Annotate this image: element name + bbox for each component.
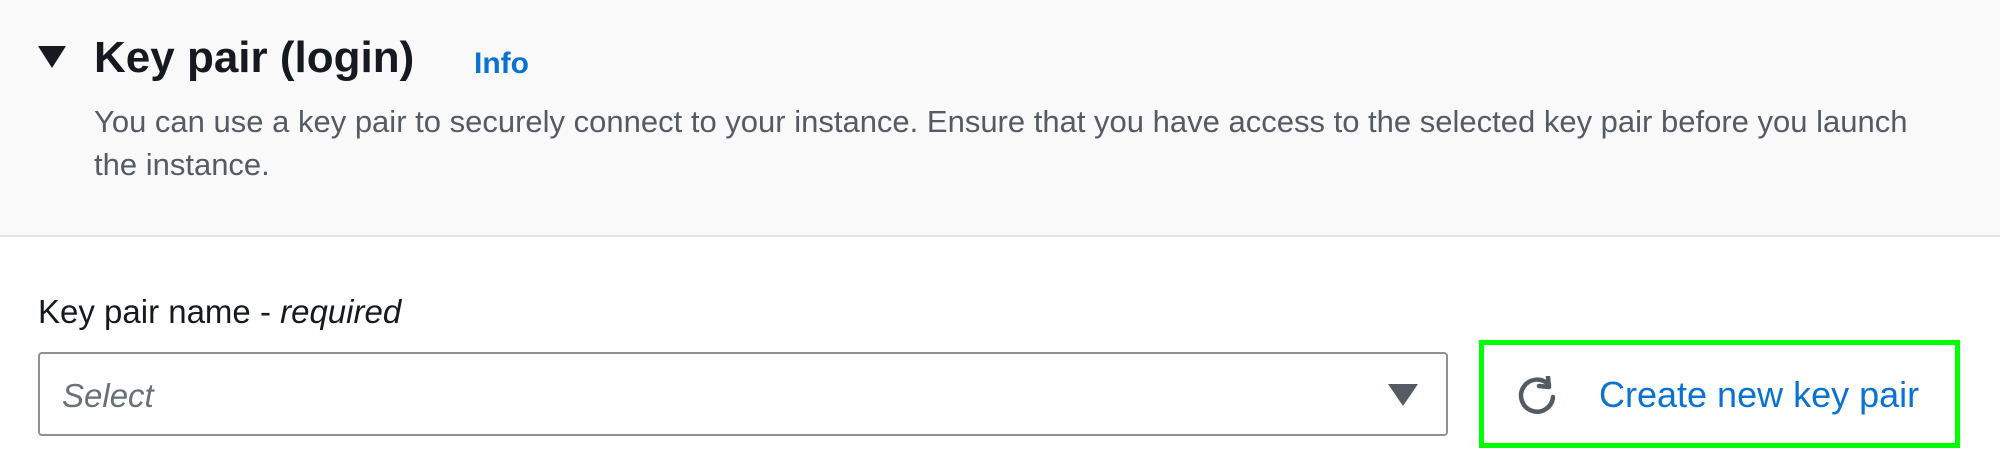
key-pair-name-label: Key pair name - required — [38, 290, 401, 334]
section-header: Key pair (login) Info You can use a key … — [0, 0, 2000, 237]
caret-down-icon — [1388, 384, 1418, 408]
create-new-key-pair-label[interactable]: Create new key pair — [1599, 373, 1919, 417]
info-link[interactable]: Info — [474, 44, 529, 84]
required-indicator: required — [280, 293, 402, 330]
caret-down-icon[interactable] — [38, 46, 66, 70]
key-pair-name-label-text: Key pair name - — [38, 293, 281, 330]
create-new-key-pair-button[interactable]: Create new key pair — [1479, 340, 1960, 448]
select-placeholder: Select — [62, 377, 154, 414]
key-pair-select[interactable]: Select — [38, 352, 1448, 436]
section-title: Key pair (login) — [94, 33, 415, 82]
refresh-icon[interactable] — [1516, 376, 1558, 418]
section-description: You can use a key pair to securely conne… — [94, 104, 1908, 182]
